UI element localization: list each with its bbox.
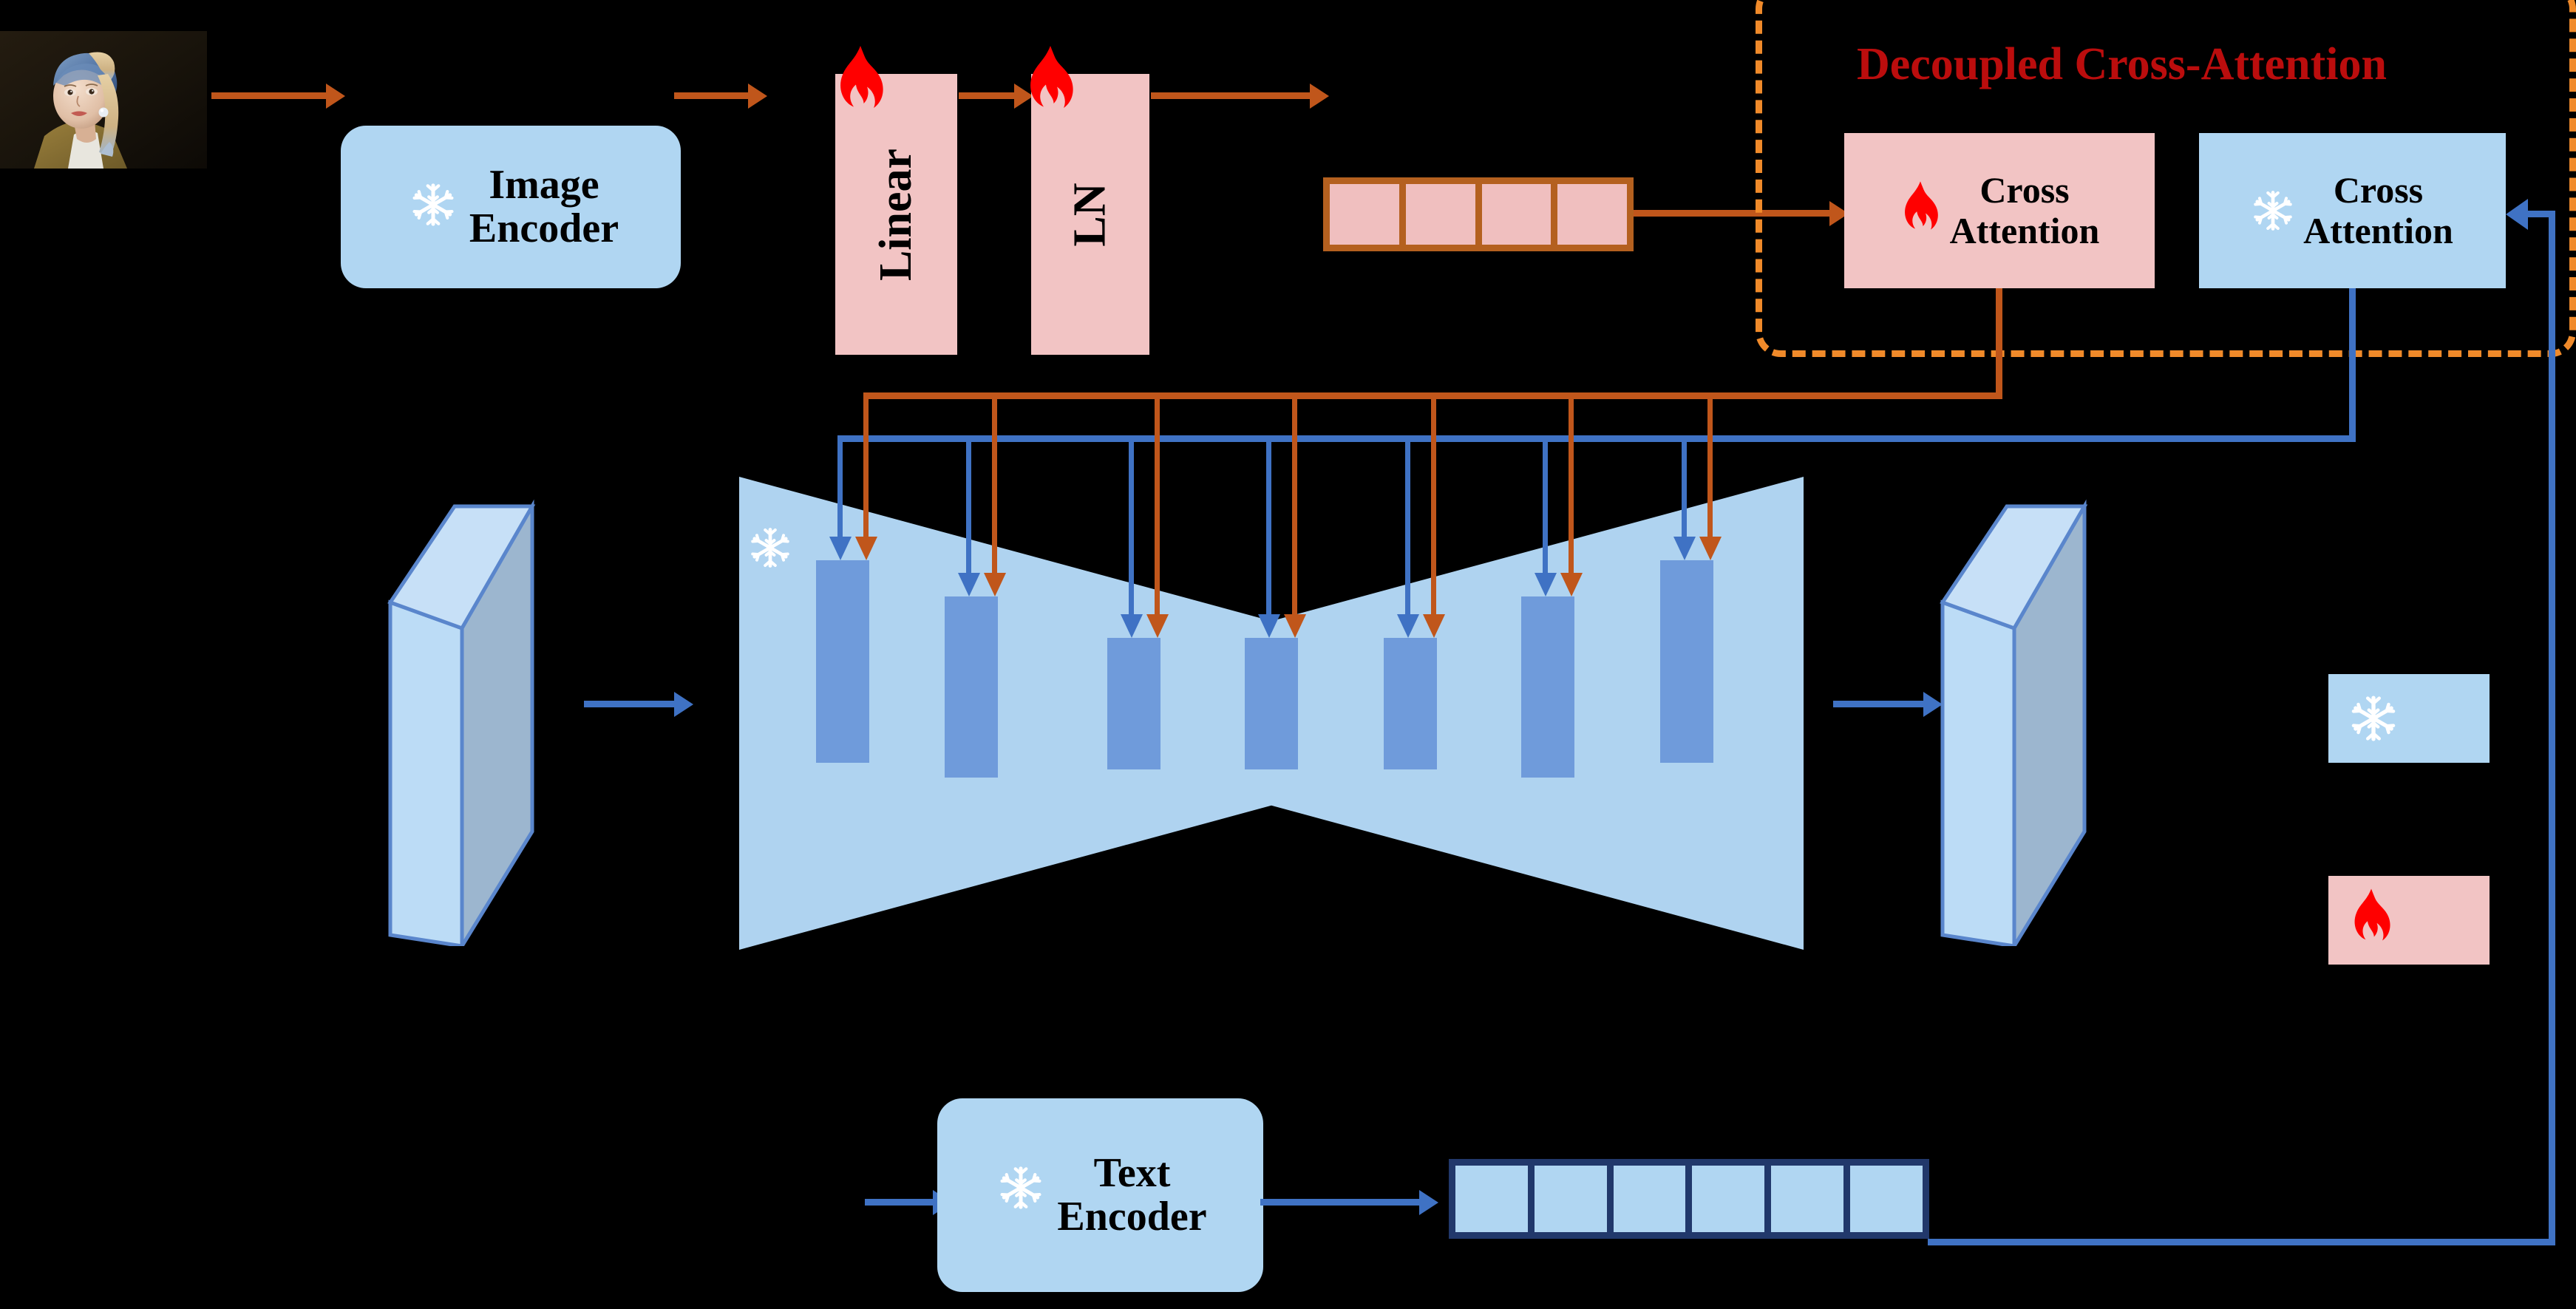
arrow-text-encoder-to-tokens: [1260, 1199, 1419, 1206]
flame-icon: [2349, 887, 2393, 953]
token-cell: [1481, 184, 1552, 245]
arrow-linear-to-ln: [959, 92, 1014, 99]
unet-attention-block: [945, 596, 998, 778]
unet-attention-block: [816, 560, 869, 763]
figure-canvas: Image Encoder Linear LN Decoupled Cross-…: [0, 0, 2576, 1309]
arrowhead-encoder-to-linear: [748, 83, 767, 109]
image-encoder-label: Image Encoder: [469, 161, 619, 251]
text-feed-arrowhead: [1673, 537, 1696, 560]
linear-layer-label: Linear: [871, 148, 922, 281]
unet-attention-block: [1107, 638, 1160, 769]
unet-attention-block: [1660, 560, 1713, 763]
image-feed-line: [1155, 392, 1160, 619]
snowflake-icon: [998, 1165, 1044, 1211]
token-cell: [1330, 184, 1399, 245]
arrowhead-latent-to-unet: [674, 691, 693, 717]
unet-attention-block: [1245, 638, 1298, 769]
arrow-image-to-encoder: [211, 92, 326, 99]
cross-attention-frozen-box[interactable]: Cross Attention: [2199, 133, 2506, 288]
text-feed-arrowhead: [1257, 614, 1280, 638]
flame-icon: [1024, 44, 1077, 123]
arrow-prompt-to-text-encoder: [865, 1199, 933, 1206]
flame-icon: [1900, 180, 1941, 242]
text-feature-tokens: [1449, 1159, 1929, 1239]
arrowhead-text-encoder-to-tokens: [1419, 1189, 1438, 1215]
cross-attention-trainable-label: Cross Attention: [1949, 169, 2100, 251]
image-encoder-box[interactable]: Image Encoder: [341, 126, 681, 288]
text-feature-return-vertical: [2549, 211, 2555, 1245]
token-cell: [1613, 1166, 1686, 1232]
image-feed-arrowhead: [1146, 614, 1169, 638]
text-feed-line: [966, 435, 971, 577]
text-feed-arrowhead: [1534, 573, 1557, 596]
image-feed-line: [1292, 392, 1297, 619]
layernorm-label: LN: [1064, 182, 1115, 247]
text-feed-arrowhead: [829, 537, 852, 560]
decoupled-cross-attention-title: Decoupled Cross-Attention: [1857, 39, 2387, 89]
snowflake-icon: [2349, 694, 2398, 743]
text-feed-arrowhead: [1396, 614, 1419, 638]
text-feed-line: [1543, 435, 1548, 577]
output-latent-slab: [1937, 484, 2107, 946]
image-feed-line: [1431, 392, 1436, 619]
text-feed-line: [837, 435, 843, 541]
token-cell: [1455, 1166, 1528, 1232]
image-feed-arrowhead: [983, 573, 1006, 596]
token-cell: [1405, 184, 1475, 245]
arrow-unet-to-output-latent: [1833, 701, 1923, 707]
text-tokens-to-return-rail: [1928, 1239, 2552, 1245]
legend-trainable-swatch: [2328, 876, 2490, 965]
arrowhead-ln-to-image-tokens: [1310, 83, 1329, 109]
image-feed-line: [1569, 392, 1574, 577]
arrow-ln-to-image-tokens: [1151, 92, 1310, 99]
legend-frozen-swatch: [2328, 674, 2490, 763]
text-encoder-label: Text Encoder: [1057, 1149, 1207, 1240]
unet-attention-block: [1521, 596, 1574, 778]
snowflake-icon: [410, 182, 456, 228]
text-attn-output-bus: [843, 435, 2356, 442]
snowflake-icon: [2252, 189, 2294, 232]
cross-attention-frozen-label: Cross Attention: [2303, 169, 2453, 251]
image-feed-line: [1707, 392, 1713, 541]
token-cell: [1692, 1166, 1765, 1232]
image-feed-arrowhead: [1422, 614, 1445, 638]
text-feed-line: [1266, 435, 1271, 619]
arrow-encoder-to-linear: [674, 92, 748, 99]
unet-attention-block: [1384, 638, 1437, 769]
arrow-latent-to-unet: [584, 701, 674, 707]
input-latent-slab: [384, 484, 554, 946]
text-feed-arrowhead: [1120, 614, 1143, 638]
image-feed-line: [992, 392, 997, 577]
cross-attention-trainable-box[interactable]: Cross Attention: [1844, 133, 2155, 288]
text-feed-arrowhead: [957, 573, 980, 596]
text-feed-line: [1682, 435, 1687, 541]
image-feature-tokens: [1323, 177, 1634, 251]
text-encoder-box[interactable]: Text Encoder: [937, 1098, 1263, 1292]
token-cell: [1771, 1166, 1844, 1232]
text-feed-line: [1405, 435, 1410, 619]
token-cell: [1557, 184, 1627, 245]
text-feature-return-horizontal-top: [2528, 211, 2552, 217]
snowflake-icon: [749, 526, 792, 569]
token-cell: [1534, 1166, 1607, 1232]
token-cell: [1850, 1166, 1923, 1232]
text-attn-output-drop: [2349, 288, 2356, 442]
text-feed-line: [1129, 435, 1134, 619]
image-feed-line: [863, 392, 869, 541]
image-feed-arrowhead: [1699, 537, 1722, 560]
arrowhead-text-into-frozen-cross-attn: [2506, 198, 2528, 230]
image-feed-arrowhead: [1560, 573, 1583, 596]
arrowhead-image-to-encoder: [326, 83, 345, 109]
flame-icon: [834, 44, 887, 123]
reference-image: [0, 31, 207, 169]
image-attn-output-drop: [1996, 288, 2002, 399]
image-feed-arrowhead: [1283, 614, 1306, 638]
image-feed-arrowhead: [854, 537, 877, 560]
